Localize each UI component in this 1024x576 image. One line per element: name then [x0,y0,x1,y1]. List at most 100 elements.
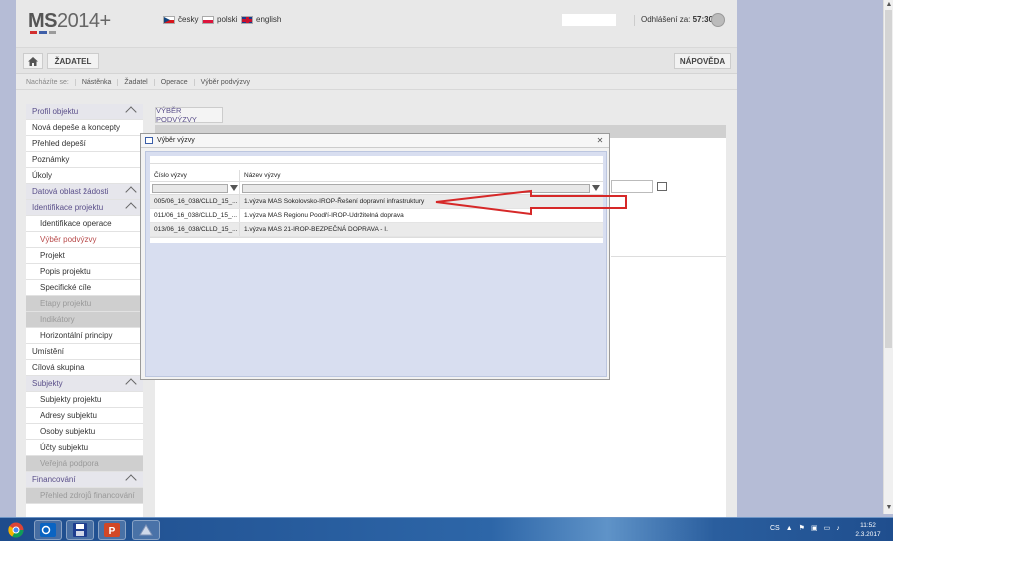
sidebar-item[interactable]: Úkoly [26,168,143,184]
flag-cz-icon [163,15,175,24]
sidebar-item-label: Projekt [40,251,65,260]
sidebar-item[interactable]: Nová depeše a koncepty [26,120,143,136]
close-icon[interactable]: ✕ [596,137,604,145]
logout-timer: Odhlášení za: 57:30 [634,15,713,26]
save-icon [73,523,87,537]
table-row[interactable]: 013/06_16_038/CLLD_15_... 1.výzva MAS 21… [150,223,603,237]
nav-bar: ŽADATEL NÁPOVĚDA [16,48,737,74]
app-icon [139,524,153,536]
breadcrumb: Nacházíte se: Nástěnka Žadatel Operace V… [16,75,737,90]
column-header-name[interactable]: Název výzvy [240,170,603,181]
breadcrumb-item[interactable]: Výběr podvýzvy [195,79,256,86]
home-icon [28,56,38,66]
vertical-scrollbar[interactable]: ▲ ▼ [883,0,893,514]
sidebar-item[interactable]: Výběr podvýzvy [26,232,143,248]
save-taskbar-button[interactable] [66,520,94,540]
sidebar-item-label: Datová oblast žádosti [32,187,109,196]
sidebar-item[interactable]: Specifické cíle [26,280,143,296]
power-icon[interactable] [711,13,725,27]
sidebar-item[interactable]: Profil objektu [26,104,143,120]
list-icon[interactable] [657,182,667,191]
call-name: 1.výzva MAS Regionu Poodří-IROP-Udržitel… [244,212,404,219]
scroll-down-icon[interactable]: ▼ [885,504,893,512]
sidebar-item[interactable]: Subjekty [26,376,143,392]
sidebar-item-label: Popis projektu [40,267,91,276]
chevron-up-icon[interactable] [125,474,137,486]
sidebar-item: Veřejná podpora [26,456,143,472]
sidebar-item-label: Výběr podvýzvy [40,235,97,244]
input-language[interactable]: CS [770,525,780,532]
grid-footer [150,237,603,243]
sidebar-item[interactable]: Cílová skupina [26,360,143,376]
language-cz[interactable]: česky [163,15,198,24]
sidebar-item[interactable]: Identifikace projektu [26,200,143,216]
grid-filter-row [150,182,603,195]
sidebar-item[interactable]: Přehled depeší [26,136,143,152]
chevron-up-icon[interactable] [125,106,137,118]
filter-name-input[interactable] [242,184,590,193]
sidebar-item[interactable]: Poznámky [26,152,143,168]
sidebar-item-label: Nová depeše a koncepty [32,123,121,132]
volume-icon[interactable]: ♪ [836,525,840,532]
logo[interactable]: MS2014+ [28,10,111,33]
dialog-titlebar: Výběr výzvy ✕ [141,134,609,148]
outlook-icon [40,523,56,537]
sidebar-item[interactable]: Adresy subjektu [26,408,143,424]
language-en[interactable]: english [241,15,281,24]
sidebar-item[interactable]: Datová oblast žádosti [26,184,143,200]
window-icon [145,137,153,144]
tray-expand-icon[interactable]: ▲ [786,525,793,532]
home-button[interactable] [23,53,43,69]
applicant-button[interactable]: ŽADATEL [47,53,99,69]
sidebar-item-label: Financování [32,475,76,484]
sidebar-item-label: Veřejná podpora [40,459,99,468]
filter-icon[interactable] [230,185,238,191]
filter-number-input[interactable] [152,184,228,193]
call-number: 013/06_16_038/CLLD_15_... [150,223,240,236]
outlook-taskbar-button[interactable] [34,520,62,540]
help-button[interactable]: NÁPOVĚDA [674,53,731,69]
powerpoint-taskbar-button[interactable]: P [98,520,126,540]
sidebar-item[interactable]: Účty subjektu [26,440,143,456]
logout-time: 57:30 [692,15,714,24]
table-row[interactable]: 005/06_16_038/CLLD_15_... 1.výzva MAS So… [150,195,603,209]
clock[interactable]: 11:52 2.3.2017 [853,521,883,539]
chrome-icon [8,522,24,538]
grid-header: Číslo výzvy Název výzvy [150,170,603,182]
display-icon[interactable]: ▭ [824,524,831,532]
flag-pl-icon [202,15,214,24]
chevron-up-icon[interactable] [125,378,137,390]
breadcrumb-item[interactable]: Žadatel [118,78,155,86]
chevron-up-icon[interactable] [125,202,137,214]
sidebar-item[interactable]: Umístění [26,344,143,360]
system-tray: CS ▲ ⚑ ▣ ▭ ♪ [770,524,840,533]
start-button[interactable] [2,520,30,540]
language-pl[interactable]: polski [202,15,237,24]
scroll-thumb[interactable] [885,10,892,348]
tab-vyber-podvyzvy[interactable]: VÝBĚR PODVÝZVY [155,106,223,124]
app-taskbar-button[interactable] [132,520,160,540]
sidebar-item-label: Etapy projektu [40,299,92,308]
breadcrumb-item[interactable]: Nástěnka [76,78,119,86]
sidebar-item-label: Účty subjektu [40,443,89,452]
user-name-redacted[interactable] [562,14,616,26]
sidebar-item[interactable]: Popis projektu [26,264,143,280]
sidebar-item[interactable]: Horizontální principy [26,328,143,344]
sidebar-item[interactable]: Projekt [26,248,143,264]
call-input[interactable] [611,180,653,193]
flag-notify-icon[interactable]: ⚑ [799,524,805,532]
sidebar-item[interactable]: Osoby subjektu [26,424,143,440]
network-icon[interactable]: ▣ [811,524,818,532]
chevron-up-icon[interactable] [125,186,137,198]
scroll-up-icon[interactable]: ▲ [885,1,893,9]
language-label: polski [217,15,238,24]
sidebar-item[interactable]: Financování [26,472,143,488]
sidebar-item[interactable]: Identifikace operace [26,216,143,232]
dialog-title: Výběr výzvy [157,137,195,144]
table-row[interactable]: 011/06_16_038/CLLD_15_... 1.výzva MAS Re… [150,209,603,223]
breadcrumb-item[interactable]: Operace [155,78,195,86]
column-header-number[interactable]: Číslo výzvy [150,170,240,181]
sidebar-item: Přehled zdrojů financování [26,488,143,504]
filter-icon[interactable] [592,185,600,191]
sidebar-item[interactable]: Subjekty projektu [26,392,143,408]
